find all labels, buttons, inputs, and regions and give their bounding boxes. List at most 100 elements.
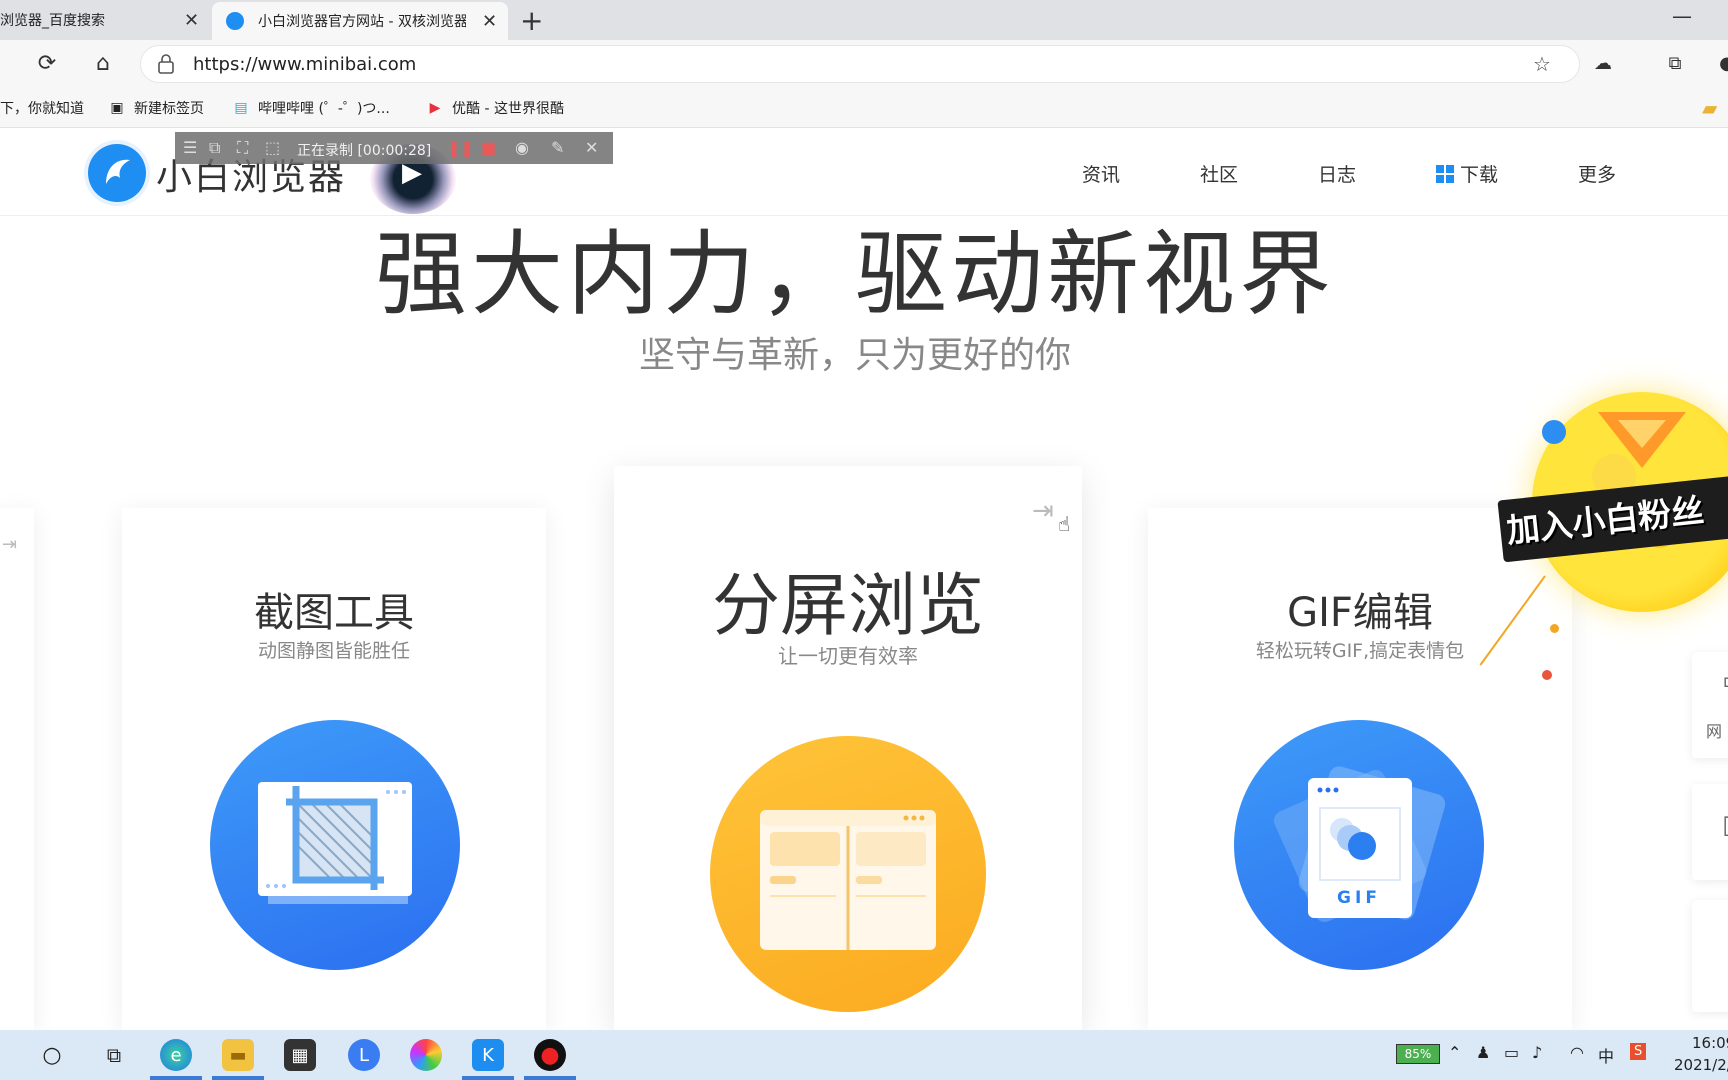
camera-icon[interactable]: ◉ (515, 138, 529, 157)
recorder-toolbar: ☰ ⧉ ⛶ ⬚ 正在录制 [00:00:28] ❚❚ ■ ◉ ✎ ✕ (175, 132, 613, 164)
monitor-icon: ▭ (1722, 666, 1728, 696)
calendar-icon: ▣ (110, 100, 124, 116)
mouse-cursor-icon: ☝ (1058, 512, 1071, 536)
windows-icon (1436, 164, 1454, 183)
taskbar: ○ ⧉ e ▬ ▦ L K ● 85% ⌃ ♟ ▭ ♪ ◠ 中 S 16:09 … (0, 1030, 1728, 1080)
nav-download[interactable]: 下载 (1436, 160, 1498, 187)
record-icon[interactable]: ● (534, 1039, 566, 1071)
task-view-icon[interactable]: ⧉ (98, 1039, 130, 1071)
card-title: 截图工具 (254, 590, 414, 636)
active-indicator (212, 1076, 264, 1080)
clock-date[interactable]: 2021/2/ (1674, 1056, 1728, 1074)
file-explorer-icon[interactable]: ▬ (222, 1039, 254, 1071)
stop-icon[interactable]: ■ (481, 138, 496, 157)
battery-icon[interactable]: ▭ (1504, 1043, 1519, 1062)
clock-time[interactable]: 16:09 (1692, 1034, 1728, 1052)
bookmark-new-tab[interactable]: ▣ 新建标签页 (108, 98, 204, 118)
bookmark-youku[interactable]: ▶ 优酷 - 这世界很酷 (426, 98, 564, 118)
url-text[interactable]: https://www.minibai.com (193, 54, 416, 75)
decoration-dot (1542, 420, 1566, 444)
nav-community[interactable]: 社区 (1200, 160, 1238, 187)
active-indicator (524, 1076, 576, 1080)
nav-log[interactable]: 日志 (1318, 160, 1356, 187)
qq-icon[interactable]: ♟ (1476, 1043, 1490, 1062)
ime-indicator[interactable]: 中 (1598, 1043, 1614, 1067)
decoration-dot (1542, 670, 1552, 680)
feature-card-split-screen[interactable]: ⇥ ☝ 分屏浏览 让一切更有效率 (614, 466, 1082, 1030)
lark-icon[interactable]: L (348, 1039, 380, 1071)
minibai-favicon-icon (226, 12, 244, 30)
crop-icon[interactable]: ⬚ (265, 138, 280, 157)
close-icon[interactable]: ✕ (184, 10, 199, 31)
bookmark-label: 哔哩哔哩 (゜-゜)つ... (258, 101, 390, 117)
side-panel-item[interactable]: ↑ (1692, 900, 1728, 1012)
active-indicator (150, 1076, 202, 1080)
tab-label: 小白浏览器官方网站 - 双核浏览器 (258, 14, 466, 30)
extensions-icon[interactable]: ☁ (1588, 48, 1618, 78)
refresh-icon[interactable]: ⟳ (32, 48, 62, 78)
window-icon[interactable]: ⧉ (209, 138, 220, 158)
bookmark-label: 下，你就知道 (0, 101, 84, 117)
tab-minibai[interactable]: 小白浏览器官方网站 - 双核浏览器 ✕ (212, 2, 508, 40)
cortana-icon[interactable]: ○ (36, 1039, 68, 1071)
bilibili-icon: ▤ (234, 100, 248, 116)
collections-icon[interactable]: ⧉ (1660, 48, 1690, 78)
navigation-bar: ⟳ ⌂ https://www.minibai.com ☆ ☁ ⧉ ● (0, 40, 1728, 88)
chevron-up-icon[interactable]: ⌃ (1448, 1043, 1461, 1062)
feature-card-screenshot[interactable]: 截图工具 动图静图皆能胜任 (122, 508, 546, 1030)
region-icon[interactable]: ⛶ (237, 138, 248, 158)
split-screen-icon (710, 736, 986, 1012)
side-panel-item[interactable]: ▭ 网 (1692, 652, 1728, 758)
bookmark-label: 优酷 - 这世界很酷 (452, 101, 564, 117)
tab-label: 浏览器_百度搜索 (0, 13, 105, 29)
screenshot-tool-icon (210, 720, 460, 970)
nav-news[interactable]: 资讯 (1082, 160, 1120, 187)
enter-icon[interactable]: ⇥ (2, 534, 17, 555)
favorite-star-icon[interactable]: ☆ (1533, 52, 1551, 76)
hero-subtitle: 坚守与革新，只为更好的你 (638, 335, 1071, 376)
phone-icon: ▯ (1722, 810, 1728, 840)
lock-icon[interactable] (157, 54, 175, 74)
color-app-icon[interactable] (410, 1039, 442, 1071)
profile-icon[interactable]: ● (1712, 48, 1728, 78)
gif-editor-icon: GIF (1234, 720, 1484, 970)
card-title: GIF编辑 (1287, 590, 1433, 636)
close-icon[interactable]: ✕ (482, 11, 497, 32)
bookmark-baidu[interactable]: 下，你就知道 (0, 98, 84, 118)
close-icon[interactable]: ✕ (585, 138, 598, 157)
wifi-icon[interactable]: ◠ (1570, 1043, 1584, 1062)
minibai-logo-icon[interactable] (88, 144, 146, 202)
nav-more[interactable]: 更多 (1578, 160, 1616, 187)
new-tab-icon[interactable]: + (520, 4, 543, 37)
youku-icon: ▶ (429, 100, 441, 116)
battery-indicator[interactable]: 85% (1396, 1044, 1440, 1064)
tab-baidu-search[interactable]: 浏览器_百度搜索 ✕ (0, 0, 210, 40)
top-icon: ↑ (1724, 940, 1728, 961)
pen-icon[interactable]: ✎ (551, 138, 564, 157)
bookmarks-bar: 下，你就知道 ▣ 新建标签页 ▤ 哔哩哔哩 (゜-゜)つ... ▶ 优酷 - 这… (0, 88, 1728, 128)
card-subtitle: 轻松玩转GIF,搞定表情包 (1255, 640, 1465, 662)
feature-card-gif[interactable]: GIF编辑 轻松玩转GIF,搞定表情包 GIF (1148, 508, 1572, 1030)
recording-status: 正在录制 [00:00:28] (297, 143, 432, 159)
minimize-icon[interactable]: — (1672, 4, 1692, 28)
bookmark-label: 新建标签页 (134, 101, 204, 117)
pause-icon[interactable]: ❚❚ (447, 138, 474, 157)
gif-label: GIF (1337, 888, 1381, 908)
bookmark-bilibili[interactable]: ▤ 哔哩哔哩 (゜-゜)つ... (232, 98, 390, 118)
sogou-icon[interactable]: S (1630, 1043, 1647, 1060)
active-indicator (462, 1076, 514, 1080)
store-icon[interactable]: ▦ (284, 1039, 316, 1071)
edge-icon[interactable]: e (160, 1039, 192, 1071)
address-bar[interactable]: https://www.minibai.com ☆ (140, 45, 1580, 83)
side-panel-item[interactable]: ▯ (1692, 784, 1728, 880)
kugou-icon[interactable]: K (472, 1039, 504, 1071)
feature-card-partial[interactable]: ⇥ (0, 508, 34, 1030)
menu-icon[interactable]: ☰ (183, 138, 197, 157)
speaker-icon[interactable]: ♪ (1532, 1043, 1542, 1062)
card-subtitle: 让一切更有效率 (778, 644, 918, 668)
home-icon[interactable]: ⌂ (88, 48, 118, 78)
folder-icon[interactable]: ▰ (1702, 96, 1717, 120)
enter-icon[interactable]: ⇥ (1032, 496, 1054, 526)
hero-title: 强大内力，驱动新视界 (374, 221, 1335, 328)
card-subtitle: 动图静图皆能胜任 (257, 640, 410, 662)
